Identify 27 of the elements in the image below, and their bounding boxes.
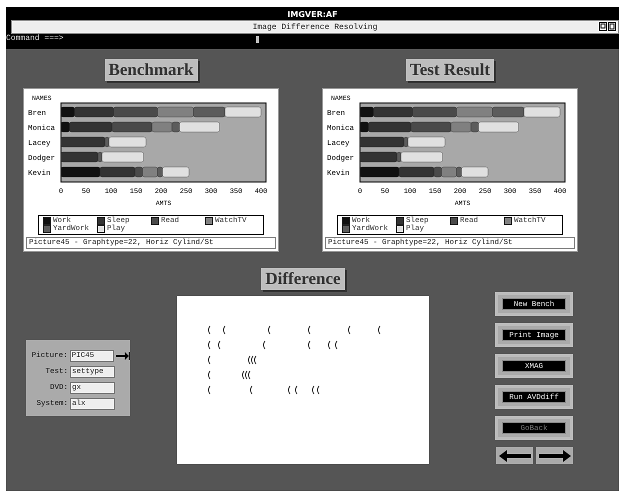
- section-heading: Difference: [261, 268, 345, 290]
- bar: [492, 106, 524, 118]
- bar: [412, 106, 457, 118]
- bar: [456, 106, 493, 118]
- bar: [224, 106, 262, 118]
- window-title: IMGVER:AF: [287, 10, 338, 18]
- back-arrow-button[interactable]: [496, 447, 533, 464]
- arrow-right-icon: [538, 450, 570, 462]
- section-heading: Benchmark: [104, 59, 198, 81]
- text-cursor: [256, 36, 259, 43]
- arrow-left-icon: [498, 450, 530, 462]
- legend-swatch: [205, 217, 213, 225]
- section-heading: Test Result: [406, 59, 494, 81]
- screen-title: Image Difference Resolving: [252, 22, 378, 32]
- bar: [524, 106, 560, 118]
- arrow-right-icon[interactable]: [116, 352, 130, 360]
- legend-swatch: [450, 217, 458, 225]
- bar: [360, 166, 400, 178]
- legend-swatch: [151, 217, 159, 225]
- forward-arrow-button[interactable]: [536, 447, 573, 464]
- bar: [157, 106, 194, 118]
- command-prompt: Command ===>: [6, 34, 65, 43]
- window-controls-icon[interactable]: [599, 22, 616, 31]
- bar: [113, 106, 158, 118]
- bar: [60, 166, 100, 178]
- legend-swatch: [504, 217, 512, 225]
- bar: [193, 106, 226, 118]
